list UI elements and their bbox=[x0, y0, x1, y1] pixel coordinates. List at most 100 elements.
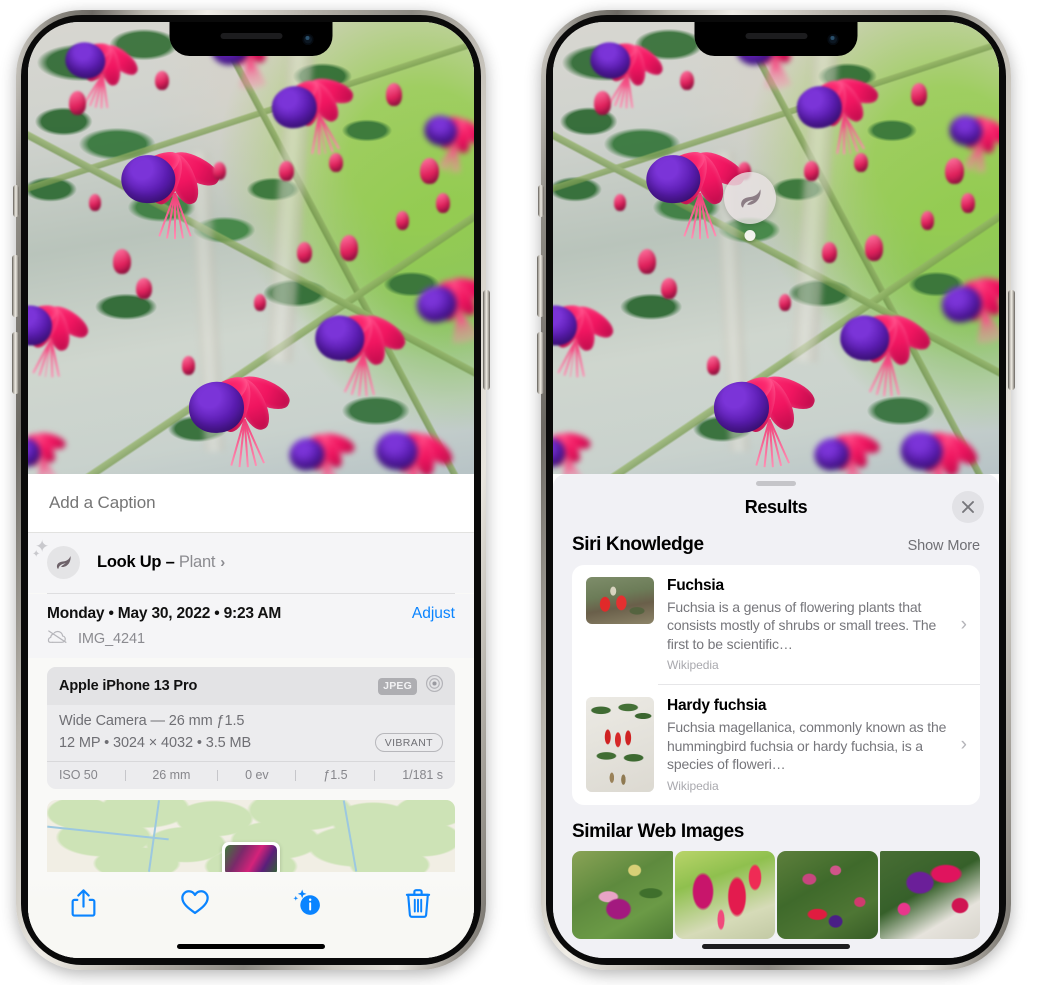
earpiece-speaker bbox=[220, 33, 282, 39]
chevron-right-icon: › bbox=[960, 613, 967, 635]
share-icon bbox=[71, 889, 96, 917]
close-button[interactable] bbox=[952, 491, 984, 523]
info-sparkle-icon bbox=[293, 889, 321, 915]
spec-line: 12 MP • 3024 × 4032 • 3.5 MB bbox=[59, 734, 252, 751]
similar-web-images-title: Similar Web Images bbox=[572, 820, 744, 842]
map-pin-thumbnail bbox=[225, 845, 277, 872]
fuchsia-bud bbox=[804, 160, 819, 182]
leaf-icon bbox=[56, 556, 71, 569]
screen-left: ✦ ✦ Look Up – Plant› Monday • May 30, 20… bbox=[28, 22, 474, 958]
front-camera-icon bbox=[302, 34, 314, 45]
look-up-dash: – bbox=[161, 553, 179, 571]
earpiece-speaker bbox=[745, 33, 807, 39]
visual-lookup-bubble[interactable] bbox=[724, 172, 776, 224]
caption-input[interactable] bbox=[47, 492, 455, 514]
knowledge-source: Wikipedia bbox=[667, 778, 719, 793]
fuchsia-bud bbox=[435, 192, 450, 213]
fuchsia-bud bbox=[181, 355, 196, 376]
exif-focal-length: 26 mm bbox=[152, 768, 191, 782]
lens-line: Wide Camera — 26 mm ƒ1.5 bbox=[59, 713, 245, 729]
exif-separator bbox=[295, 769, 297, 781]
exif-aperture: ƒ1.5 bbox=[323, 768, 348, 782]
fuchsia-bud bbox=[865, 235, 884, 261]
adjust-button[interactable]: Adjust bbox=[412, 605, 455, 623]
look-up-subject: Plant bbox=[178, 553, 216, 571]
knowledge-title: Fuchsia bbox=[667, 577, 724, 594]
fuchsia-bud bbox=[155, 71, 169, 91]
info-button[interactable] bbox=[251, 888, 363, 918]
notch bbox=[169, 22, 333, 56]
close-icon bbox=[962, 501, 974, 513]
chevron-right-icon: › bbox=[220, 554, 225, 571]
fuchsia-bud bbox=[661, 277, 677, 300]
similar-web-images-strip[interactable] bbox=[553, 850, 999, 939]
fuchsia-bud bbox=[910, 82, 927, 106]
results-header: Results bbox=[553, 486, 999, 528]
fuchsia-bud bbox=[112, 248, 131, 275]
power-button[interactable] bbox=[1008, 290, 1015, 390]
home-indicator[interactable] bbox=[177, 944, 325, 949]
home-indicator[interactable] bbox=[702, 944, 850, 949]
fuchsia-bud bbox=[136, 277, 152, 300]
fuchsia-bud bbox=[68, 91, 86, 116]
exif-shutter-speed: 1/181 s bbox=[402, 768, 443, 782]
fuchsia-blossom bbox=[28, 258, 108, 378]
location-map[interactable] bbox=[47, 800, 455, 872]
fuchsia-bud bbox=[680, 71, 694, 91]
fuchsia-blossom bbox=[279, 394, 366, 474]
fuchsia-photo bbox=[28, 22, 474, 474]
fuchsia-blossom bbox=[804, 394, 891, 474]
visual-lookup-badge[interactable] bbox=[724, 172, 776, 241]
fuchsia-bud bbox=[88, 194, 101, 212]
exif-exposure-bias: 0 ev bbox=[245, 768, 269, 782]
web-image-thumbnail[interactable] bbox=[879, 850, 980, 939]
exif-iso: ISO 50 bbox=[59, 768, 98, 782]
favorite-button[interactable] bbox=[140, 888, 252, 916]
share-button[interactable] bbox=[28, 888, 140, 919]
look-up-row[interactable]: ✦ ✦ Look Up – Plant › bbox=[28, 533, 474, 593]
fuchsia-bud bbox=[328, 152, 343, 172]
map-photo-pin[interactable] bbox=[222, 842, 280, 872]
photo-viewer[interactable] bbox=[553, 22, 999, 474]
knowledge-row-hardy-fuchsia[interactable]: Hardy fuchsia Fuchsia magellanica, commo… bbox=[572, 685, 980, 804]
mute-switch[interactable] bbox=[538, 185, 544, 217]
fuchsia-bud bbox=[960, 192, 975, 213]
delete-button[interactable] bbox=[363, 888, 475, 919]
fuchsia-blossom bbox=[893, 386, 998, 474]
look-up-text: Look Up – Plant › bbox=[97, 553, 225, 572]
volume-down-button[interactable] bbox=[12, 332, 19, 394]
knowledge-row-fuchsia[interactable]: Fuchsia Fuchsia is a genus of flowering … bbox=[572, 565, 980, 684]
screen-right: Results Siri Knowledge Show More Fuchsia… bbox=[553, 22, 999, 958]
mute-switch[interactable] bbox=[13, 185, 19, 217]
aperture-icon bbox=[425, 674, 444, 698]
web-image-thumbnail[interactable] bbox=[674, 850, 775, 939]
results-title: Results bbox=[744, 496, 808, 517]
fuchsia-bud bbox=[213, 162, 227, 181]
web-image-thumbnail[interactable] bbox=[777, 850, 878, 939]
trash-icon bbox=[406, 889, 431, 918]
photographic-style-badge: VIBRANT bbox=[374, 733, 443, 752]
knowledge-thumbnail bbox=[586, 577, 654, 624]
volume-up-button[interactable] bbox=[537, 255, 544, 317]
fuchsia-bud bbox=[706, 355, 721, 376]
notch bbox=[694, 22, 858, 56]
show-more-button[interactable]: Show More bbox=[908, 538, 981, 554]
visual-lookup-anchor-dot bbox=[744, 230, 756, 241]
exif-separator bbox=[374, 769, 376, 781]
siri-knowledge-title: Siri Knowledge bbox=[572, 534, 704, 555]
volume-up-button[interactable] bbox=[12, 255, 19, 317]
photo-info-sheet: ✦ ✦ Look Up – Plant› Monday • May 30, 20… bbox=[28, 474, 474, 958]
power-button[interactable] bbox=[483, 290, 490, 390]
web-image-thumbnail[interactable] bbox=[572, 850, 673, 939]
photo-viewer[interactable] bbox=[28, 22, 474, 474]
fuchsia-blossom bbox=[368, 386, 473, 474]
sparkle-icon-small: ✦ bbox=[32, 549, 41, 560]
fuchsia-bud bbox=[778, 293, 791, 311]
knowledge-description: Fuchsia magellanica, commonly known as t… bbox=[667, 719, 947, 773]
format-badge: JPEG bbox=[378, 677, 417, 695]
volume-down-button[interactable] bbox=[537, 332, 544, 394]
chevron-right-icon: › bbox=[960, 734, 967, 756]
camera-header: Apple iPhone 13 Pro JPEG bbox=[47, 667, 455, 705]
fuchsia-photo bbox=[553, 22, 999, 474]
caption-row[interactable] bbox=[28, 474, 474, 533]
